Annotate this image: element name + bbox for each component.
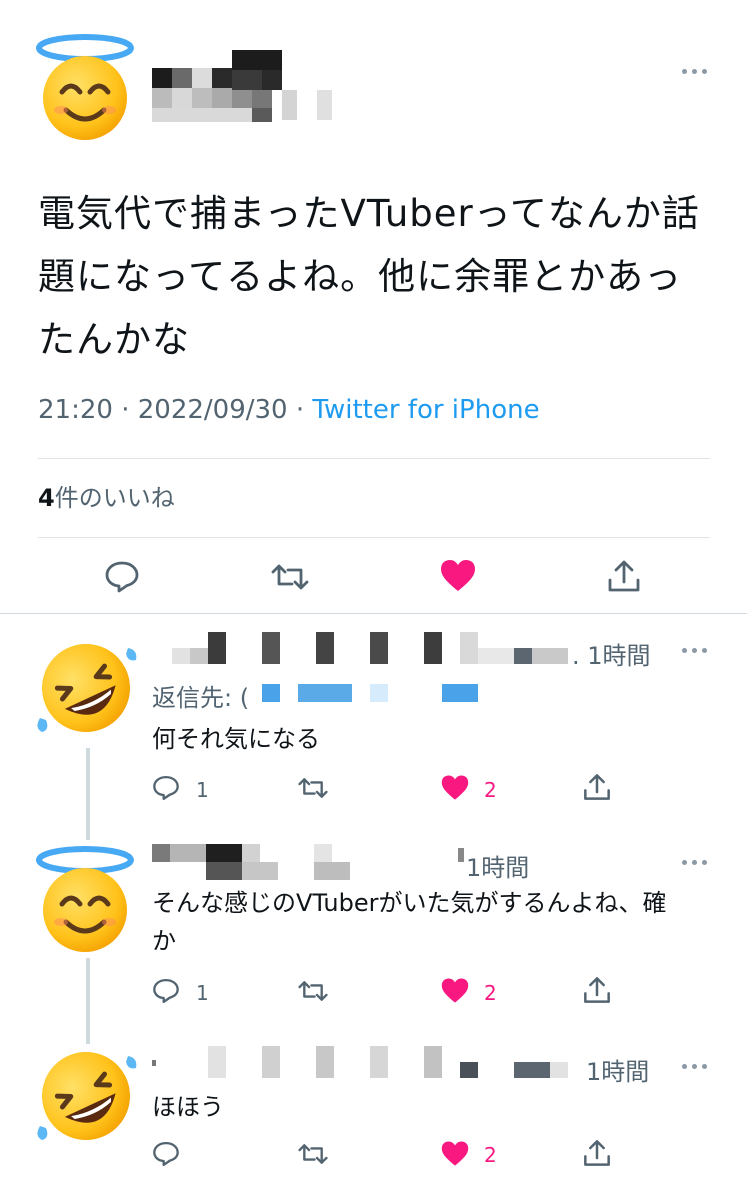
- likes-count: 4: [38, 484, 55, 512]
- retweet-icon[interactable]: [298, 776, 328, 800]
- more-options-icon[interactable]: [682, 1061, 712, 1071]
- like-count: 2: [484, 778, 497, 802]
- retweet-icon[interactable]: [298, 1142, 328, 1166]
- divider: [38, 458, 710, 459]
- reply-text: そんな感じのVTuberがいた気がするんよね、確か: [152, 889, 667, 955]
- share-icon[interactable]: [582, 772, 612, 802]
- thread-line: [86, 748, 90, 840]
- more-options-icon[interactable]: [682, 66, 712, 76]
- divider: [38, 537, 710, 538]
- main-tweet-avatar[interactable]: [28, 30, 140, 142]
- reply-icon[interactable]: [152, 774, 180, 802]
- share-icon[interactable]: [582, 975, 612, 1005]
- likes-label: 件のいいね: [54, 484, 175, 512]
- thread-line: [86, 958, 90, 1044]
- reply-time: 1時間: [586, 1058, 650, 1086]
- reply-to-label: 返信先: (: [152, 684, 250, 712]
- tweet-meta: 21:20 · 2022/09/30 · Twitter for iPhone: [38, 395, 540, 425]
- main-tweet-text: 電気代で捕まったVTuberってなんか話題になってるよね。他に余罪とかあったんか…: [38, 192, 700, 361]
- likes-summary[interactable]: 4件のいいね: [38, 478, 175, 513]
- divider: [0, 613, 747, 614]
- tweet-time: 21:20: [38, 395, 113, 425]
- tweet-date: 2022/09/30: [137, 395, 288, 425]
- reply-count: 1: [196, 778, 209, 802]
- reply-icon[interactable]: [104, 560, 140, 594]
- reply-text: ほほう: [152, 1093, 224, 1121]
- like-count: 2: [484, 981, 497, 1005]
- reply-username-pixelated[interactable]: [152, 1046, 572, 1082]
- reply-time: 1時間: [466, 854, 530, 882]
- reply-avatar[interactable]: [30, 1040, 142, 1152]
- reply-text: 何それ気になる: [152, 725, 320, 753]
- reply-username-pixelated[interactable]: [172, 628, 582, 668]
- reply-count: 1: [196, 981, 209, 1005]
- reply-to-handles-pixelated[interactable]: [262, 684, 502, 702]
- more-options-icon[interactable]: [682, 857, 712, 867]
- like-icon-filled[interactable]: [439, 558, 477, 594]
- reply-icon[interactable]: [152, 977, 180, 1005]
- retweet-icon[interactable]: [298, 979, 328, 1003]
- like-icon-filled[interactable]: [440, 977, 470, 1005]
- more-options-icon[interactable]: [682, 645, 712, 655]
- retweet-icon[interactable]: [271, 562, 309, 592]
- like-icon-filled[interactable]: [440, 774, 470, 802]
- share-icon[interactable]: [606, 558, 642, 594]
- reply-icon[interactable]: [152, 1140, 180, 1168]
- tweet-source-link[interactable]: Twitter for iPhone: [312, 395, 539, 425]
- reply-avatar[interactable]: [28, 842, 140, 954]
- like-icon-filled[interactable]: [440, 1140, 470, 1168]
- reply-username-pixelated[interactable]: [152, 844, 472, 880]
- main-tweet-username-pixelated[interactable]: [152, 50, 342, 125]
- reply-time: . 1時間: [572, 642, 651, 670]
- like-count: 2: [484, 1143, 497, 1167]
- reply-avatar[interactable]: [30, 632, 142, 744]
- share-icon[interactable]: [582, 1138, 612, 1168]
